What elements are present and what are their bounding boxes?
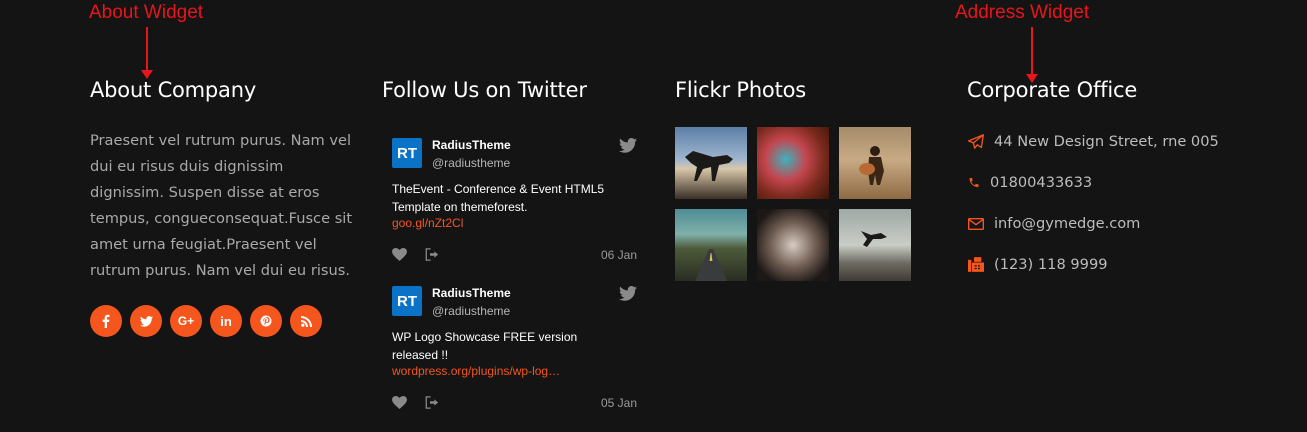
address-widget: Corporate Office 44 New Design Street, r… [967,78,1219,285]
about-text: Praesent vel rutrum purus. Nam vel dui e… [90,132,353,279]
flickr-photo-guitarist[interactable] [839,127,911,199]
flickr-photo-floating-man[interactable] [839,209,911,281]
retweet-icon[interactable] [425,248,440,261]
email-row: info@gymedge.com [967,203,1219,244]
fax-text: (123) 118 9999 [994,256,1108,273]
address-row: 44 New Design Street, rne 005 [967,121,1219,162]
paper-plane-icon [967,134,985,150]
office-title: Corporate Office [967,78,1138,102]
phone-row: 01800433633 [967,162,1219,203]
flickr-photo-dog-on-beach[interactable] [675,127,747,199]
tweet-text: WP Logo Showcase FREE version released !… [392,330,578,362]
tweet-item: RT RadiusTheme @radiustheme TheEvent - C… [382,138,637,262]
address-text: 44 New Design Street, rne 005 [994,133,1219,150]
like-icon[interactable] [392,248,407,261]
about-widget-annotation: About Widget [89,2,204,23]
flickr-photo-painted-face[interactable] [757,127,829,199]
facebook-icon[interactable] [90,305,122,337]
address-widget-arrow [1026,27,1038,83]
phone-icon [967,175,981,191]
tweet-author-handle[interactable]: @radiustheme [432,304,511,318]
tweet-link[interactable]: goo.gl/nZt2Cl [392,216,637,230]
twitter-title: Follow Us on Twitter [382,78,587,102]
fax-row: (123) 118 9999 [967,244,1219,285]
fax-icon [967,257,985,273]
about-widget: About Company Praesent vel rutrum purus.… [90,78,355,337]
tweet-date: 05 Jan [600,395,637,410]
google-plus-icon[interactable]: G+ [170,305,202,337]
tweet-text: TheEvent - Conference & Event HTML5 Temp… [392,182,605,214]
flickr-grid [675,127,911,281]
linkedin-icon[interactable]: in [210,305,242,337]
tweet-item: RT RadiusTheme @radiustheme WP Logo Show… [382,286,637,410]
twitter-icon[interactable] [130,305,162,337]
about-widget-arrow [141,27,153,79]
avatar[interactable]: RT [392,138,422,168]
like-icon[interactable] [392,396,407,409]
flickr-photo-road[interactable] [675,209,747,281]
tweet-author-handle[interactable]: @radiustheme [432,156,511,170]
rss-icon[interactable] [290,305,322,337]
avatar[interactable]: RT [392,286,422,316]
email-text[interactable]: info@gymedge.com [994,215,1140,232]
pinterest-icon[interactable] [250,305,282,337]
tweet-author-name[interactable]: RadiusTheme [432,138,511,152]
phone-text[interactable]: 01800433633 [990,174,1092,191]
retweet-icon[interactable] [425,396,440,409]
address-widget-annotation: Address Widget [955,2,1090,23]
about-title: About Company [90,78,257,102]
tweet-author-name[interactable]: RadiusTheme [432,286,511,300]
flickr-photo-child[interactable] [757,209,829,281]
tweet-link[interactable]: wordpress.org/plugins/wp-log… [392,364,637,378]
twitter-widget: Follow Us on Twitter RT RadiusTheme @rad… [382,78,637,410]
twitter-bird-icon[interactable] [619,138,637,153]
contact-list: 44 New Design Street, rne 005 0180043363… [967,121,1219,285]
twitter-bird-icon[interactable] [619,286,637,301]
flickr-widget: Flickr Photos [675,78,911,281]
social-links: G+ in [90,305,355,337]
tweet-date: 06 Jan [600,247,637,262]
flickr-title: Flickr Photos [675,78,807,102]
envelope-icon [967,216,985,232]
